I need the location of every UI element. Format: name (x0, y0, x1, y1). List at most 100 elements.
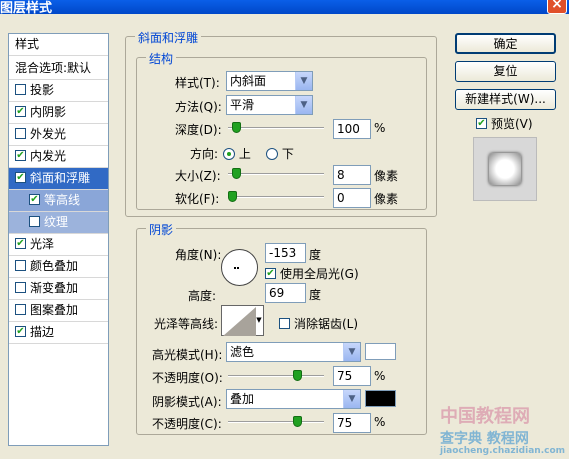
checkbox-icon[interactable]: ✔ (15, 238, 26, 249)
chevron-down-icon[interactable]: ▼ (343, 390, 360, 408)
radio-icon[interactable] (266, 147, 278, 160)
checkbox-icon[interactable] (29, 216, 40, 227)
radio-icon[interactable] (223, 147, 235, 160)
checkbox-icon[interactable] (15, 304, 26, 315)
sidebar-item-bevel-emboss[interactable]: ✔ 斜面和浮雕 (9, 168, 108, 190)
depth-slider-thumb[interactable] (232, 122, 242, 133)
preview-label: 预览(V) (491, 117, 533, 131)
style-label: 样式(T): (175, 76, 220, 90)
new-style-button[interactable]: 新建样式(W)... (455, 89, 556, 110)
checkbox-icon[interactable]: ✔ (15, 106, 26, 117)
sidebar-item-pattern-overlay[interactable]: 图案叠加 (9, 300, 108, 322)
size-input[interactable]: 8 (333, 165, 371, 185)
sidebar-item-label: 图案叠加 (30, 303, 79, 317)
style-sidebar: 样式 混合选项:默认 投影 ✔ 内阴影 外发光 ✔ 内发光 ✔ 斜面和浮雕 ✔ 等高线 … (8, 33, 109, 446)
shading-group-label: 阴影 (146, 221, 177, 238)
angle-unit: 度 (309, 248, 322, 262)
sidebar-item-label: 光泽 (30, 237, 55, 251)
sidebar-item-color-overlay[interactable]: 颜色叠加 (9, 256, 108, 278)
altitude-label: 高度: (188, 289, 217, 303)
checkbox-icon[interactable] (15, 84, 26, 95)
method-select-value: 平滑 (230, 98, 255, 112)
close-icon[interactable]: × (547, 0, 567, 14)
depth-input[interactable]: 100 (333, 119, 371, 139)
sidebar-item-inner-shadow[interactable]: ✔ 内阴影 (9, 102, 108, 124)
check-icon[interactable]: ✔ (265, 268, 276, 279)
highlight-opacity-thumb[interactable] (293, 370, 303, 381)
shadow-opacity-thumb[interactable] (293, 416, 303, 427)
preview-checkbox[interactable]: ✔ 预览(V) (476, 115, 533, 132)
soften-slider[interactable] (228, 196, 324, 198)
chevron-down-icon[interactable]: ▼ (255, 306, 263, 335)
sidebar-item-outer-glow[interactable]: 外发光 (9, 124, 108, 146)
soften-slider-thumb[interactable] (228, 191, 237, 202)
angle-label: 角度(N): (175, 248, 222, 262)
angle-dial-center-icon (237, 267, 239, 269)
sidebar-item-blend-options[interactable]: 混合选项:默认 (9, 58, 108, 80)
sidebar-item-contour[interactable]: ✔ 等高线 (9, 190, 108, 212)
altitude-input[interactable]: 69 (265, 283, 306, 303)
soften-input[interactable]: 0 (333, 188, 371, 208)
checkbox-icon[interactable]: ✔ (15, 326, 26, 337)
highlight-opacity-slider[interactable] (228, 375, 324, 377)
sidebar-header[interactable]: 样式 (9, 34, 108, 56)
check-icon[interactable] (279, 318, 290, 329)
size-unit: 像素 (374, 169, 399, 183)
shadow-mode-label: 阴影模式(A): (152, 395, 222, 409)
angle-input[interactable]: -153 (265, 243, 306, 263)
checkbox-icon[interactable]: ✔ (29, 194, 40, 205)
style-select[interactable]: 内斜面 ▼ (226, 71, 313, 91)
gloss-contour-picker[interactable]: ▼ (221, 305, 264, 336)
sidebar-item-texture[interactable]: 纹理 (9, 212, 108, 234)
title-bar: 图层样式 × (0, 0, 569, 16)
sidebar-item-inner-glow[interactable]: ✔ 内发光 (9, 146, 108, 168)
highlight-mode-label: 高光模式(H): (152, 348, 223, 362)
checkbox-icon[interactable] (15, 282, 26, 293)
sidebar-item-label: 等高线 (44, 193, 81, 207)
highlight-opacity-input[interactable]: 75 (333, 366, 371, 386)
depth-slider[interactable] (228, 127, 324, 129)
shadow-opacity-slider[interactable] (228, 421, 324, 423)
ok-button[interactable]: 确定 (455, 33, 556, 54)
sidebar-item-satin[interactable]: ✔ 光泽 (9, 234, 108, 256)
altitude-unit: 度 (309, 288, 322, 302)
sidebar-item-label: 内阴影 (30, 105, 67, 119)
shadow-mode-value: 叠加 (230, 392, 255, 406)
contour-curve-icon (223, 307, 256, 336)
size-slider[interactable] (228, 173, 324, 175)
direction-up-radio[interactable]: 上 (223, 145, 251, 162)
shadow-mode-select[interactable]: 叠加 ▼ (226, 389, 361, 409)
chevron-down-icon[interactable]: ▼ (295, 96, 312, 114)
highlight-color-swatch[interactable] (365, 343, 396, 360)
angle-dial[interactable] (221, 249, 258, 286)
soften-label: 软化(F): (175, 192, 220, 206)
highlight-mode-select[interactable]: 滤色 ▼ (226, 342, 361, 362)
checkbox-icon[interactable]: ✔ (15, 150, 26, 161)
antialias-label: 消除锯齿(L) (294, 317, 359, 331)
chevron-down-icon[interactable]: ▼ (295, 72, 312, 90)
sidebar-item-stroke[interactable]: ✔ 描边 (9, 322, 108, 344)
chevron-down-icon[interactable]: ▼ (343, 343, 360, 361)
watermark-line2: 查字典 教程网 (440, 431, 529, 447)
direction-down-radio[interactable]: 下 (266, 145, 294, 162)
sidebar-item-gradient-overlay[interactable]: 渐变叠加 (9, 278, 108, 300)
shadow-opacity-input[interactable]: 75 (333, 413, 371, 433)
checkbox-icon[interactable] (15, 260, 26, 271)
checkbox-icon[interactable] (15, 128, 26, 139)
check-icon[interactable]: ✔ (476, 118, 487, 129)
preview-swatch (489, 153, 521, 185)
global-light-checkbox[interactable]: ✔ 使用全局光(G) (265, 265, 359, 282)
sidebar-item-label: 内发光 (30, 149, 67, 163)
method-select[interactable]: 平滑 ▼ (226, 95, 313, 115)
checkbox-icon[interactable]: ✔ (15, 172, 26, 183)
sidebar-item-label: 描边 (30, 325, 55, 339)
sidebar-item-label: 投影 (30, 83, 55, 97)
sidebar-item-label: 斜面和浮雕 (30, 171, 91, 185)
size-slider-thumb[interactable] (232, 168, 242, 179)
reset-button[interactable]: 复位 (455, 61, 556, 82)
highlight-mode-value: 滤色 (230, 345, 255, 359)
sidebar-item-drop-shadow[interactable]: 投影 (9, 80, 108, 102)
direction-up-label: 上 (238, 147, 251, 161)
shadow-color-swatch[interactable] (365, 390, 396, 407)
antialias-checkbox[interactable]: 消除锯齿(L) (279, 315, 358, 332)
